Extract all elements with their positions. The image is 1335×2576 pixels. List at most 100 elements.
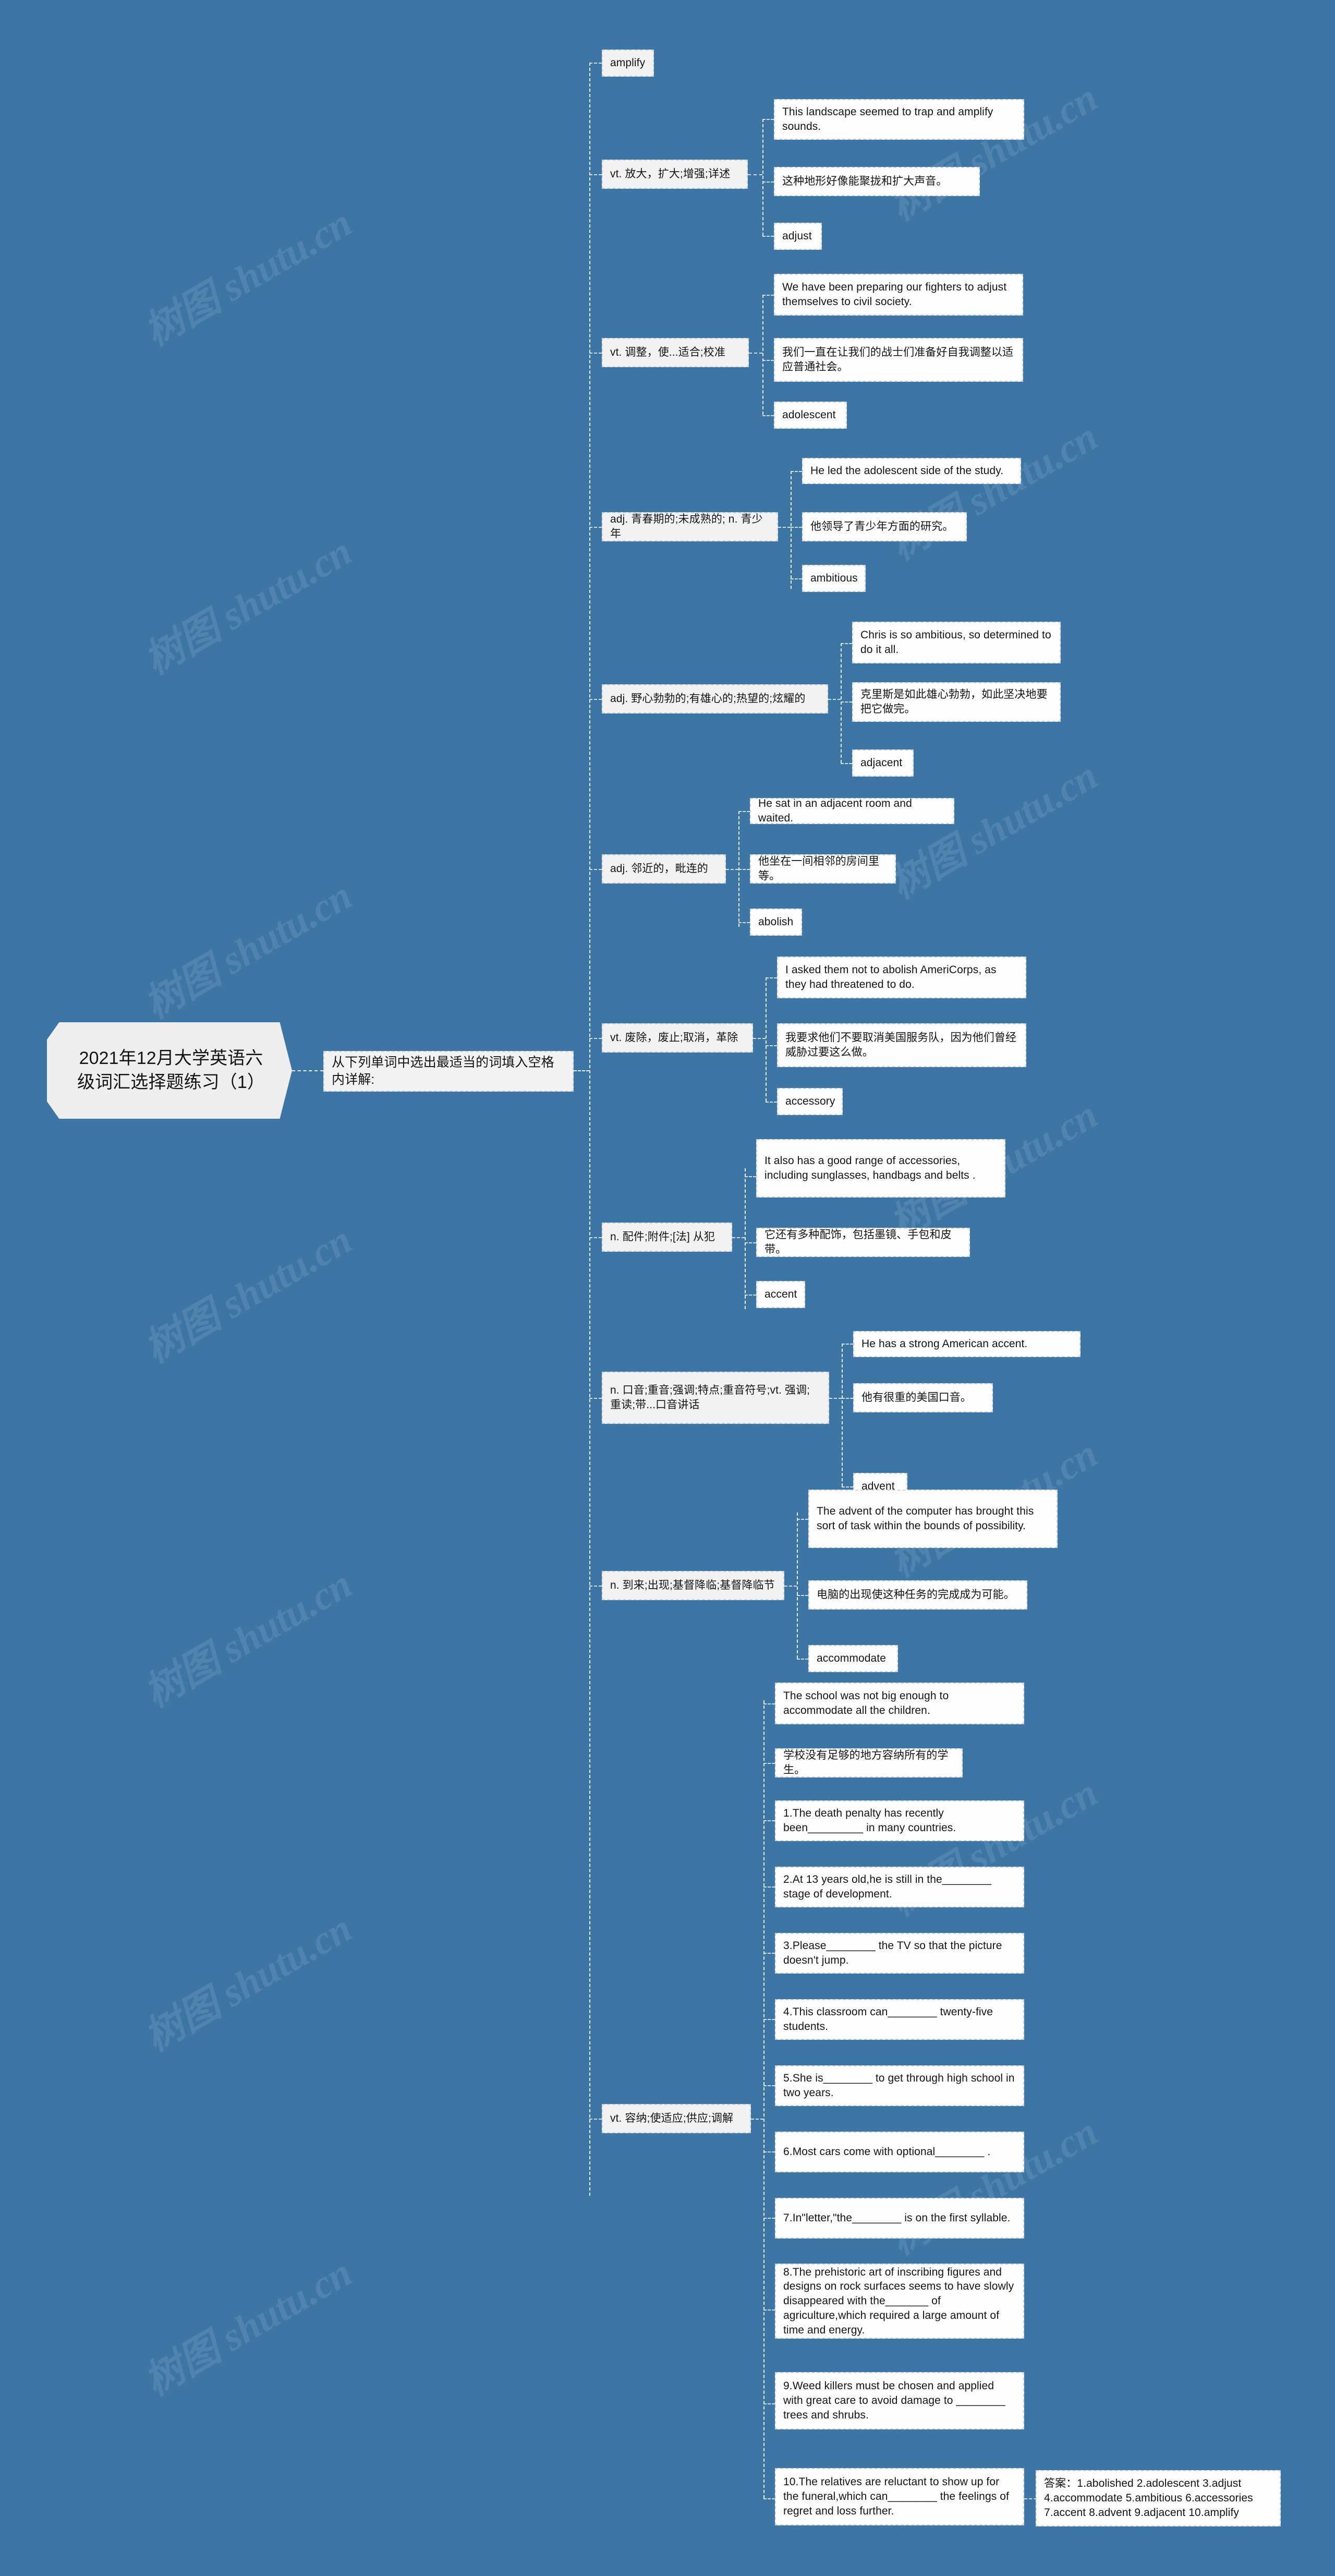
stub-example-zh-abolish	[766, 1045, 777, 1046]
word-node-accent[interactable]: accent	[756, 1281, 805, 1308]
stub-def-amplify	[589, 174, 602, 175]
example-zh-text: 电脑的出现使这种任务的完成成为可能。	[817, 1589, 1015, 1601]
stub-example-en-accent	[842, 1344, 853, 1345]
stub-example-en-accessory	[745, 1176, 756, 1177]
example-en-node-accommodate[interactable]: The school was not big enough to accommo…	[775, 1683, 1024, 1724]
question-node[interactable]: 5.She is________ to get through high sch…	[775, 2065, 1024, 2106]
answers-node[interactable]: 答案：1.abolished 2.adolescent 3.adjust 4.a…	[1036, 2470, 1281, 2526]
branch-accessory	[745, 1168, 746, 1309]
definition-label: adj. 邻近的，毗连的	[610, 863, 708, 875]
question-node[interactable]: 10.The relatives are reluctant to show u…	[775, 2468, 1024, 2525]
example-en-node-adolescent[interactable]: He led the adolescent side of the study.	[802, 458, 1021, 484]
definition-node-abolish[interactable]: vt. 废除，废止;取消，革除	[602, 1023, 753, 1053]
example-zh-node-accessory[interactable]: 它还有多种配饰，包括墨镜、手包和皮带。	[756, 1228, 970, 1257]
stub-def-out-adolescent	[778, 527, 791, 528]
question-node[interactable]: 4.This classroom can________ twenty-five…	[775, 1999, 1024, 2040]
question-node[interactable]: 7.In"letter,"the________ is on the first…	[775, 2198, 1024, 2239]
question-text: 8.The prehistoric art of inscribing figu…	[783, 2266, 1014, 2336]
example-zh-node-adjacent[interactable]: 他坐在一间相邻的房间里等。	[750, 854, 896, 884]
word-label: adjust	[782, 230, 812, 243]
definition-node-accessory[interactable]: n. 配件;附件;[法] 从犯	[602, 1223, 732, 1252]
level2-node[interactable]: 从下列单词中选出最适当的词填入空格内详解:	[323, 1051, 574, 1092]
root-node[interactable]: 2021年12月大学英语六级词汇选择题练习（1）	[47, 1022, 292, 1119]
example-en-node-ambitious[interactable]: Chris is so ambitious, so determined to …	[852, 622, 1061, 663]
question-text: 5.She is________ to get through high sch…	[783, 2072, 1015, 2099]
word-node-accessory[interactable]: accessory	[777, 1088, 843, 1115]
stub-example-en-ambitious	[841, 643, 852, 644]
definition-label: vt. 废除，废止;取消，革除	[610, 1032, 738, 1044]
stub-word-advent	[842, 1486, 853, 1487]
definition-node-accommodate[interactable]: vt. 容纳;使适应;供应;调解	[602, 2104, 751, 2133]
example-en-node-adjust[interactable]: We have been preparing our fighters to a…	[774, 274, 1023, 316]
stub-word-accessory	[766, 1102, 777, 1103]
word-node-accommodate[interactable]: accommodate	[808, 1645, 898, 1672]
example-zh-text: 我们一直在让我们的战士们准备好自我调整以适应普通社会。	[782, 346, 1014, 373]
definition-node-adolescent[interactable]: adj. 青春期的;未成熟的; n. 青少年	[602, 512, 778, 541]
definition-node-accent[interactable]: n. 口音;重音;强调;特点;重音符号;vt. 强调;重读;带...口音讲话	[602, 1372, 829, 1424]
word-node-adolescent[interactable]: adolescent	[774, 402, 847, 429]
example-zh-text: 他领导了青少年方面的研究。	[810, 521, 954, 533]
word-label: abolish	[758, 916, 794, 928]
word-node-ambitious[interactable]: ambitious	[802, 565, 866, 592]
stub-question-1	[763, 1820, 775, 1821]
word-label: accent	[764, 1288, 797, 1301]
stub-def-abolish	[589, 1038, 602, 1039]
example-zh-node-advent[interactable]: 电脑的出现使这种任务的完成成为可能。	[808, 1580, 1027, 1610]
watermark: 树图 shutu.cn	[137, 873, 359, 1027]
answers-text: 答案：1.abolished 2.adolescent 3.adjust 4.a…	[1044, 2477, 1253, 2519]
stub-def-out-accommodate	[751, 2119, 763, 2120]
word-label: accommodate	[817, 1652, 886, 1665]
example-zh-text: 他坐在一间相邻的房间里等。	[758, 855, 880, 882]
question-node[interactable]: 6.Most cars come with optional________ .	[775, 2132, 1024, 2172]
example-en-node-accessory[interactable]: It also has a good range of accessories,…	[756, 1139, 1005, 1198]
example-zh-node-ambitious[interactable]: 克里斯是如此雄心勃勃，如此坚决地要把它做完。	[852, 682, 1061, 722]
definition-node-amplify[interactable]: vt. 放大，扩大;增强;详述	[602, 160, 748, 189]
watermark: 树图 shutu.cn	[137, 1562, 359, 1716]
definition-node-adjust[interactable]: vt. 调整，使...适合;校准	[602, 338, 749, 367]
example-zh-node-adolescent[interactable]: 他领导了青少年方面的研究。	[802, 512, 967, 541]
example-en-node-accent[interactable]: He has a strong American accent.	[853, 1331, 1081, 1357]
example-zh-node-accommodate[interactable]: 学校没有足够的地方容纳所有的学生。	[775, 1748, 963, 1777]
example-zh-node-amplify[interactable]: 这种地形好像能聚拢和扩大声音。	[774, 167, 980, 196]
question-node[interactable]: 2.At 13 years old,he is still in the____…	[775, 1867, 1024, 1907]
example-en-node-amplify[interactable]: This landscape seemed to trap and amplif…	[774, 99, 1024, 140]
example-zh-node-abolish[interactable]: 我要求他们不要取消美国服务队，因为他们曾经威胁过要这么做。	[777, 1023, 1026, 1067]
stub-word-adjacent	[841, 763, 852, 764]
stub-def-out-accessory	[732, 1237, 745, 1238]
example-en-node-advent[interactable]: The advent of the computer has brought t…	[808, 1490, 1058, 1548]
word-node-adjust[interactable]: adjust	[774, 223, 822, 250]
example-zh-node-adjust[interactable]: 我们一直在让我们的战士们准备好自我调整以适应普通社会。	[774, 338, 1023, 382]
question-text: 1.The death penalty has recently been___…	[783, 1807, 956, 1834]
watermark: 树图 shutu.cn	[137, 200, 359, 355]
definition-node-ambitious[interactable]: adj. 野心勃勃的;有雄心的;热望的;炫耀的	[602, 684, 828, 713]
connector-root-level2	[292, 1070, 323, 1071]
question-text: 2.At 13 years old,he is still in the____…	[783, 1873, 991, 1900]
definition-node-advent[interactable]: n. 到来;出现;基督降临;基督降临节	[602, 1571, 784, 1600]
question-text: 4.This classroom can________ twenty-five…	[783, 2006, 993, 2033]
example-zh-text: 我要求他们不要取消美国服务队，因为他们曾经威胁过要这么做。	[785, 1032, 1017, 1058]
example-zh-node-accent[interactable]: 他有很重的美国口音。	[853, 1383, 993, 1412]
question-node[interactable]: 3.Please________ the TV so that the pict…	[775, 1933, 1024, 1974]
word-node-abolish[interactable]: abolish	[750, 909, 802, 936]
word-node-adjacent[interactable]: adjacent	[852, 749, 914, 777]
stub-def-out-abolish	[753, 1038, 766, 1039]
branch-ambitious	[841, 643, 842, 763]
example-en-node-abolish[interactable]: I asked them not to abolish AmeriCorps, …	[777, 957, 1026, 998]
branch-advent	[797, 1513, 798, 1659]
example-en-node-adjacent[interactable]: He sat in an adjacent room and waited.	[750, 797, 954, 824]
word-label: accessory	[785, 1095, 835, 1108]
stub-example-en-amplify	[762, 119, 774, 120]
example-en-text: We have been preparing our fighters to a…	[782, 281, 1007, 308]
stub-question-7	[763, 2218, 775, 2219]
word-node-amplify[interactable]: amplify	[602, 50, 654, 77]
example-en-text: This landscape seemed to trap and amplif…	[782, 106, 993, 132]
example-en-text: He led the adolescent side of the study.	[810, 465, 1004, 477]
stub-def-adolescent	[589, 527, 602, 528]
question-node[interactable]: 9.Weed killers must be chosen and applie…	[775, 2372, 1024, 2429]
stub-example-en-abolish	[766, 977, 777, 978]
definition-label: vt. 容纳;使适应;供应;调解	[610, 2112, 734, 2125]
definition-node-adjacent[interactable]: adj. 邻近的，毗连的	[602, 854, 726, 884]
question-node[interactable]: 1.The death penalty has recently been___…	[775, 1800, 1024, 1841]
watermark: 树图 shutu.cn	[882, 2109, 1105, 2264]
question-node[interactable]: 8.The prehistoric art of inscribing figu…	[775, 2264, 1024, 2339]
